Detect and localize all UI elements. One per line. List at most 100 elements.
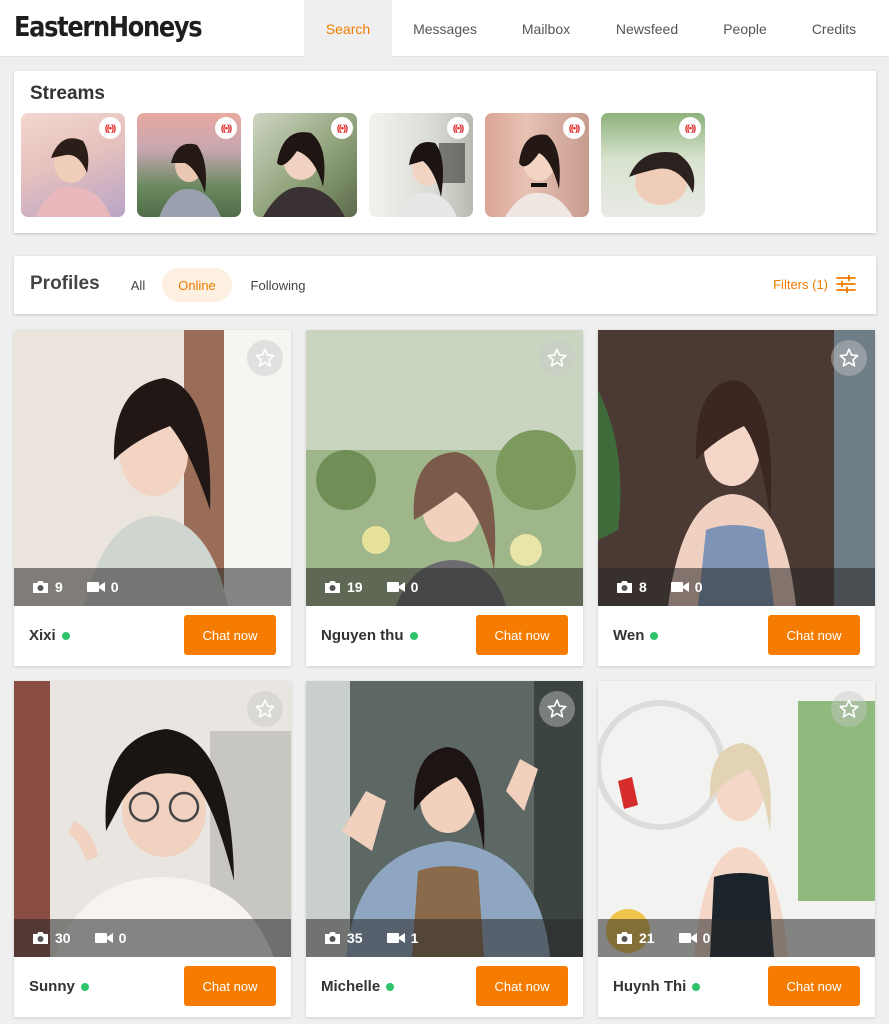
profile-photo[interactable]: 35 1	[306, 681, 583, 957]
video-count: 0	[410, 579, 419, 595]
stream-thumbnail[interactable]: ((•))	[21, 113, 125, 217]
live-broadcast-icon: ((•))	[99, 117, 121, 139]
live-broadcast-icon: ((•))	[679, 117, 701, 139]
live-broadcast-icon: ((•))	[331, 117, 353, 139]
stream-thumbnail[interactable]: ((•))	[601, 113, 705, 217]
star-icon	[839, 348, 859, 367]
nav-credits[interactable]: Credits	[790, 0, 878, 57]
profile-photo[interactable]: 21 0	[598, 681, 875, 957]
media-stats: 30 0	[14, 919, 291, 957]
camera-icon	[33, 581, 48, 593]
video-camera-icon	[386, 582, 405, 592]
nav-messages[interactable]: Messages	[392, 0, 498, 57]
media-stats: 8 0	[598, 568, 875, 606]
profile-photo[interactable]: 19 0	[306, 330, 583, 606]
favorite-button[interactable]	[247, 340, 283, 376]
favorite-button[interactable]	[831, 340, 867, 376]
photo-count: 9	[55, 579, 63, 595]
profile-name[interactable]: Xixi	[29, 627, 56, 644]
online-status-dot	[386, 982, 395, 991]
stream-thumbnail[interactable]: ((•))	[253, 113, 357, 217]
stream-thumbnail[interactable]: ((•))	[137, 113, 241, 217]
media-stats: 19 0	[306, 568, 583, 606]
tab-all[interactable]: All	[120, 268, 156, 302]
profile-photo-image	[598, 330, 875, 606]
video-count: 1	[410, 930, 419, 946]
nav-search[interactable]: Search	[304, 0, 392, 57]
photo-count: 35	[347, 930, 363, 946]
stream-thumbnail[interactable]: ((•))	[369, 113, 473, 217]
profile-name[interactable]: Sunny	[29, 978, 75, 995]
profile-card: 35 1 Michelle Chat now	[306, 681, 583, 1017]
card-footer: Michelle Chat now	[306, 957, 583, 1017]
profile-card: 8 0 Wen Chat now	[598, 330, 875, 666]
profile-name-row: Wen	[613, 627, 659, 644]
profile-card: 21 0 Huynh Thi Chat now	[598, 681, 875, 1017]
chat-now-button[interactable]: Chat now	[768, 615, 860, 655]
camera-icon	[617, 581, 632, 593]
site-logo[interactable]: EasternHoneys	[14, 10, 203, 43]
profile-name-row: Michelle	[321, 978, 395, 995]
streams-title: Streams	[30, 83, 105, 104]
profile-photo[interactable]: 8 0	[598, 330, 875, 606]
online-status-dot	[80, 982, 89, 991]
photo-count: 19	[347, 579, 363, 595]
star-icon	[839, 699, 859, 718]
profile-name[interactable]: Wen	[613, 627, 644, 644]
favorite-button[interactable]	[539, 340, 575, 376]
chat-now-button[interactable]: Chat now	[184, 966, 276, 1006]
main-nav: Search Messages Mailbox Newsfeed People …	[304, 0, 878, 57]
site-header: EasternHoneys Search Messages Mailbox Ne…	[0, 0, 889, 57]
live-broadcast-icon: ((•))	[563, 117, 585, 139]
camera-icon	[33, 932, 48, 944]
star-icon	[547, 348, 567, 367]
live-broadcast-icon: ((•))	[447, 117, 469, 139]
profile-photo[interactable]: 30 0	[14, 681, 291, 957]
filters-button[interactable]: Filters (1)	[773, 275, 856, 293]
profile-name[interactable]: Huynh Thi	[613, 978, 686, 995]
video-count: 0	[702, 930, 711, 946]
camera-icon	[617, 932, 632, 944]
profile-photo-image	[14, 681, 291, 957]
nav-people[interactable]: People	[700, 0, 790, 57]
online-status-dot	[409, 631, 418, 640]
media-stats: 9 0	[14, 568, 291, 606]
favorite-button[interactable]	[831, 691, 867, 727]
video-count: 0	[110, 579, 119, 595]
profile-name[interactable]: Michelle	[321, 978, 380, 995]
profile-photo-image	[306, 681, 583, 957]
video-camera-icon	[678, 933, 697, 943]
profile-photo-image	[14, 330, 291, 606]
card-footer: Sunny Chat now	[14, 957, 291, 1017]
tab-online[interactable]: Online	[162, 268, 232, 302]
photo-count: 30	[55, 930, 71, 946]
live-broadcast-icon: ((•))	[215, 117, 237, 139]
stream-thumbnail[interactable]: ((•))	[485, 113, 589, 217]
card-footer: Xixi Chat now	[14, 606, 291, 666]
sliders-icon	[836, 275, 856, 293]
profile-photo[interactable]: 9 0	[14, 330, 291, 606]
profile-name-row: Xixi	[29, 627, 70, 644]
filters-label: Filters (1)	[773, 276, 828, 292]
profile-name-row: Sunny	[29, 978, 89, 995]
favorite-button[interactable]	[247, 691, 283, 727]
chat-now-button[interactable]: Chat now	[476, 966, 568, 1006]
profile-name[interactable]: Nguyen thu	[321, 627, 404, 644]
chat-now-button[interactable]: Chat now	[184, 615, 276, 655]
streams-panel: Streams ((•)) ((•)) ((•)) ((•)) ((•)) ((…	[14, 71, 876, 233]
online-status-dot	[61, 631, 70, 640]
card-footer: Huynh Thi Chat now	[598, 957, 875, 1017]
video-camera-icon	[386, 933, 405, 943]
tab-following[interactable]: Following	[240, 268, 316, 302]
star-icon	[255, 699, 275, 718]
nav-mailbox[interactable]: Mailbox	[498, 0, 594, 57]
camera-icon	[325, 932, 340, 944]
photo-count: 8	[639, 579, 647, 595]
video-camera-icon	[94, 933, 113, 943]
nav-newsfeed[interactable]: Newsfeed	[594, 0, 700, 57]
chat-now-button[interactable]: Chat now	[476, 615, 568, 655]
online-status-dot	[650, 631, 659, 640]
profile-card: 30 0 Sunny Chat now	[14, 681, 291, 1017]
chat-now-button[interactable]: Chat now	[768, 966, 860, 1006]
favorite-button[interactable]	[539, 691, 575, 727]
